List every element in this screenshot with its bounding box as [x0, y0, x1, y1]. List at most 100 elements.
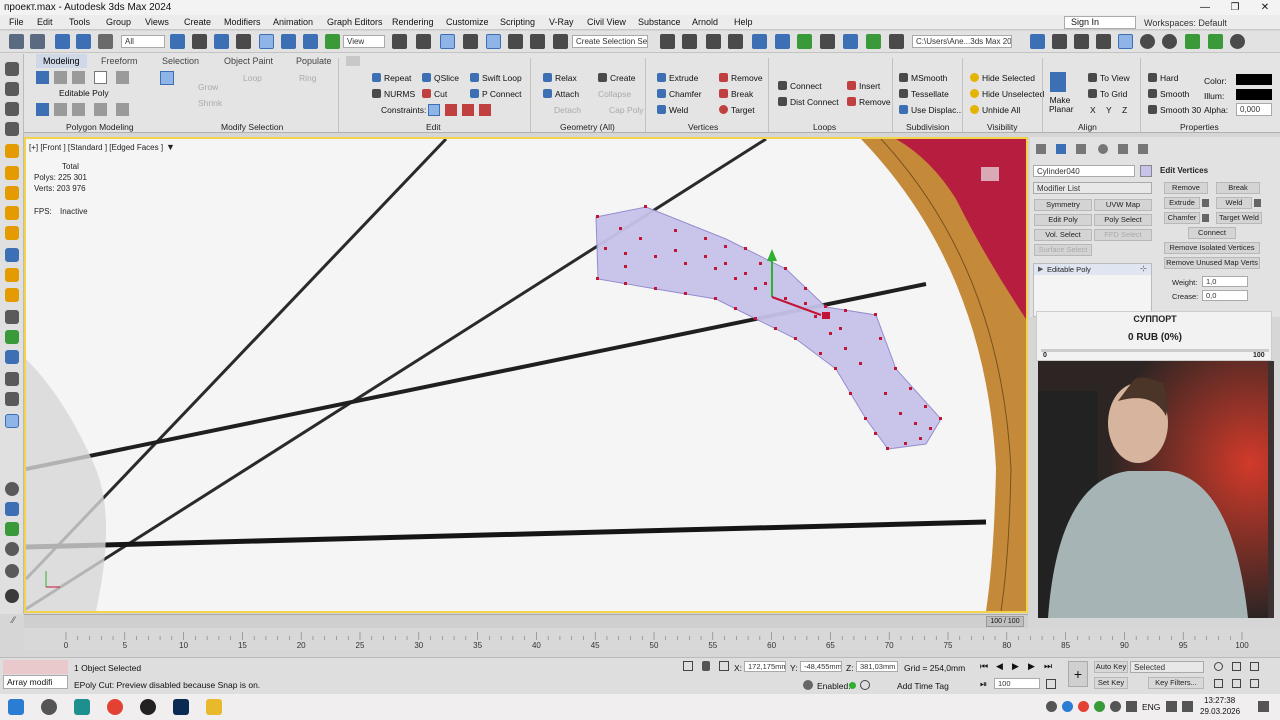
symmetry-button[interactable]: Symmetry — [1034, 199, 1092, 211]
to-grid-button[interactable]: To Grid — [1088, 89, 1127, 99]
modify-tab-icon[interactable] — [1056, 144, 1066, 154]
clock-date[interactable]: 29.03.2026 — [1200, 707, 1240, 716]
vertex-point[interactable] — [839, 327, 842, 330]
gizmo-x-handle[interactable] — [822, 312, 830, 319]
constraint-face-icon[interactable] — [462, 104, 474, 116]
vertex-point[interactable] — [744, 247, 747, 250]
detach-button[interactable]: Detach — [554, 105, 581, 115]
rotate-icon[interactable] — [281, 34, 296, 49]
vertex-point[interactable] — [644, 205, 647, 208]
edit-poly-button[interactable]: Edit Poly — [1034, 214, 1092, 226]
use-soft-selection-icon[interactable] — [160, 71, 174, 85]
ev-connect-button[interactable]: Connect — [1188, 227, 1236, 239]
vertex-point[interactable] — [684, 262, 687, 265]
vertex-point[interactable] — [654, 255, 657, 258]
obs-taskbar-icon[interactable] — [140, 699, 156, 715]
vertex-point[interactable] — [704, 255, 707, 258]
tray-vpn-icon[interactable] — [1062, 701, 1073, 712]
attach-button[interactable]: Attach — [543, 89, 579, 99]
menu-graph-editors[interactable]: Graph Editors — [327, 17, 383, 27]
menu-help[interactable]: Help — [734, 17, 753, 27]
surface-select-button[interactable]: Surface Select — [1034, 244, 1092, 256]
scene-explorer-icon[interactable] — [706, 34, 721, 49]
time-slider[interactable]: ⁄⁄ 100 / 100 — [12, 614, 1028, 628]
vertex-point[interactable] — [619, 227, 622, 230]
vertex-point[interactable] — [639, 237, 642, 240]
set-key-icon[interactable]: + — [1068, 661, 1088, 687]
constraint-normal-icon[interactable] — [479, 104, 491, 116]
menu-substance[interactable]: Substance — [638, 17, 681, 27]
create-button[interactable]: Create — [598, 73, 636, 83]
schematic-view-icon[interactable] — [797, 34, 812, 49]
vertex-point[interactable] — [774, 327, 777, 330]
menu-edit[interactable]: Edit — [37, 17, 53, 27]
vertex-point[interactable] — [714, 297, 717, 300]
vertex-point[interactable] — [754, 287, 757, 290]
tray-overflow-icon[interactable] — [1126, 701, 1137, 712]
vertex-point[interactable] — [804, 302, 807, 305]
vertex-point[interactable] — [604, 247, 607, 250]
close-button[interactable]: ✕ — [1250, 0, 1280, 15]
selected-poly-shape[interactable] — [595, 206, 942, 450]
illum-swatch[interactable] — [1236, 89, 1272, 100]
hide-unselected-button[interactable]: Hide Unselected — [970, 89, 1044, 99]
constraint-edge-icon[interactable] — [445, 104, 457, 116]
edit-vertices-title[interactable]: Edit Vertices — [1160, 166, 1208, 175]
rendered-frame-icon[interactable] — [866, 34, 881, 49]
vertex-point[interactable] — [759, 262, 762, 265]
toggle-command-icon[interactable] — [116, 103, 129, 116]
key-filters-button[interactable]: Key Filters... — [1148, 677, 1204, 689]
current-frame-field[interactable]: 100 — [994, 678, 1040, 689]
collapse-stack-icon[interactable] — [94, 103, 107, 116]
crease-spinner[interactable]: 0,0 — [1202, 290, 1248, 301]
tab-modeling[interactable]: Modeling — [36, 54, 87, 68]
vertex-point[interactable] — [819, 352, 822, 355]
stack-icon[interactable] — [54, 103, 67, 116]
zoom-extents-icon[interactable] — [1250, 662, 1259, 671]
weight-spinner[interactable]: 1,0 — [1202, 276, 1248, 287]
mirror-icon[interactable] — [660, 34, 675, 49]
vertex-point[interactable] — [859, 362, 862, 365]
bind-spacewarp-icon[interactable] — [98, 34, 113, 49]
vertex-point[interactable] — [834, 367, 837, 370]
vertex-point[interactable] — [824, 305, 827, 308]
weld-button[interactable]: Weld — [657, 105, 688, 115]
vertex-point[interactable] — [704, 237, 707, 240]
photoshop-taskbar-icon[interactable] — [173, 699, 189, 715]
sign-in-dropdown[interactable]: Sign In — [1064, 16, 1136, 29]
ribbon-toggle-icon[interactable] — [752, 34, 767, 49]
key-mode-icon[interactable]: ⏯ — [980, 679, 987, 690]
break-button[interactable]: Break — [719, 89, 753, 99]
windows-start-icon[interactable] — [8, 699, 24, 715]
camera-tool-icon[interactable] — [5, 206, 19, 220]
menu-tools[interactable]: Tools — [69, 17, 90, 27]
vertex-point[interactable] — [894, 367, 897, 370]
vertex-point[interactable] — [844, 309, 847, 312]
project-path-field[interactable]: C:\Users\Ane...3ds Max 2024 — [912, 35, 1012, 48]
smooth-30-button[interactable]: Smooth 30 — [1148, 105, 1201, 115]
weld-settings-icon[interactable] — [1254, 199, 1261, 207]
arnold-tool-icon[interactable] — [5, 589, 19, 603]
gizmo-y-arrow[interactable] — [767, 249, 777, 261]
tray-chrome-icon[interactable] — [1078, 701, 1089, 712]
ev-weld-button[interactable]: Weld — [1216, 197, 1252, 209]
prev-frame-icon[interactable]: ◀ — [996, 661, 1003, 672]
vertex-point[interactable] — [724, 262, 727, 265]
alpha-field[interactable]: 0,000 — [1236, 103, 1272, 116]
motion-tab-icon[interactable] — [1098, 144, 1108, 154]
material-editor-icon[interactable] — [820, 34, 835, 49]
percent-snap-icon[interactable] — [508, 34, 523, 49]
utilities-tab-icon[interactable] — [1138, 144, 1148, 154]
unlink-icon[interactable] — [76, 34, 91, 49]
ev-break-button[interactable]: Break — [1216, 182, 1260, 194]
window-crossing-icon[interactable] — [236, 34, 251, 49]
set-key-button[interactable]: Set Key — [1094, 677, 1128, 689]
use-displacement-button[interactable]: Use Displac... — [899, 105, 963, 115]
remove-loop-button[interactable]: Remove — [847, 97, 891, 107]
constraint-none-icon[interactable] — [428, 104, 440, 116]
select-object-icon[interactable] — [170, 34, 185, 49]
to-view-button[interactable]: To View — [1088, 73, 1130, 83]
modify-icon[interactable] — [36, 103, 49, 116]
shape-tool-icon[interactable] — [5, 248, 19, 262]
open-folder-icon[interactable] — [1052, 34, 1067, 49]
